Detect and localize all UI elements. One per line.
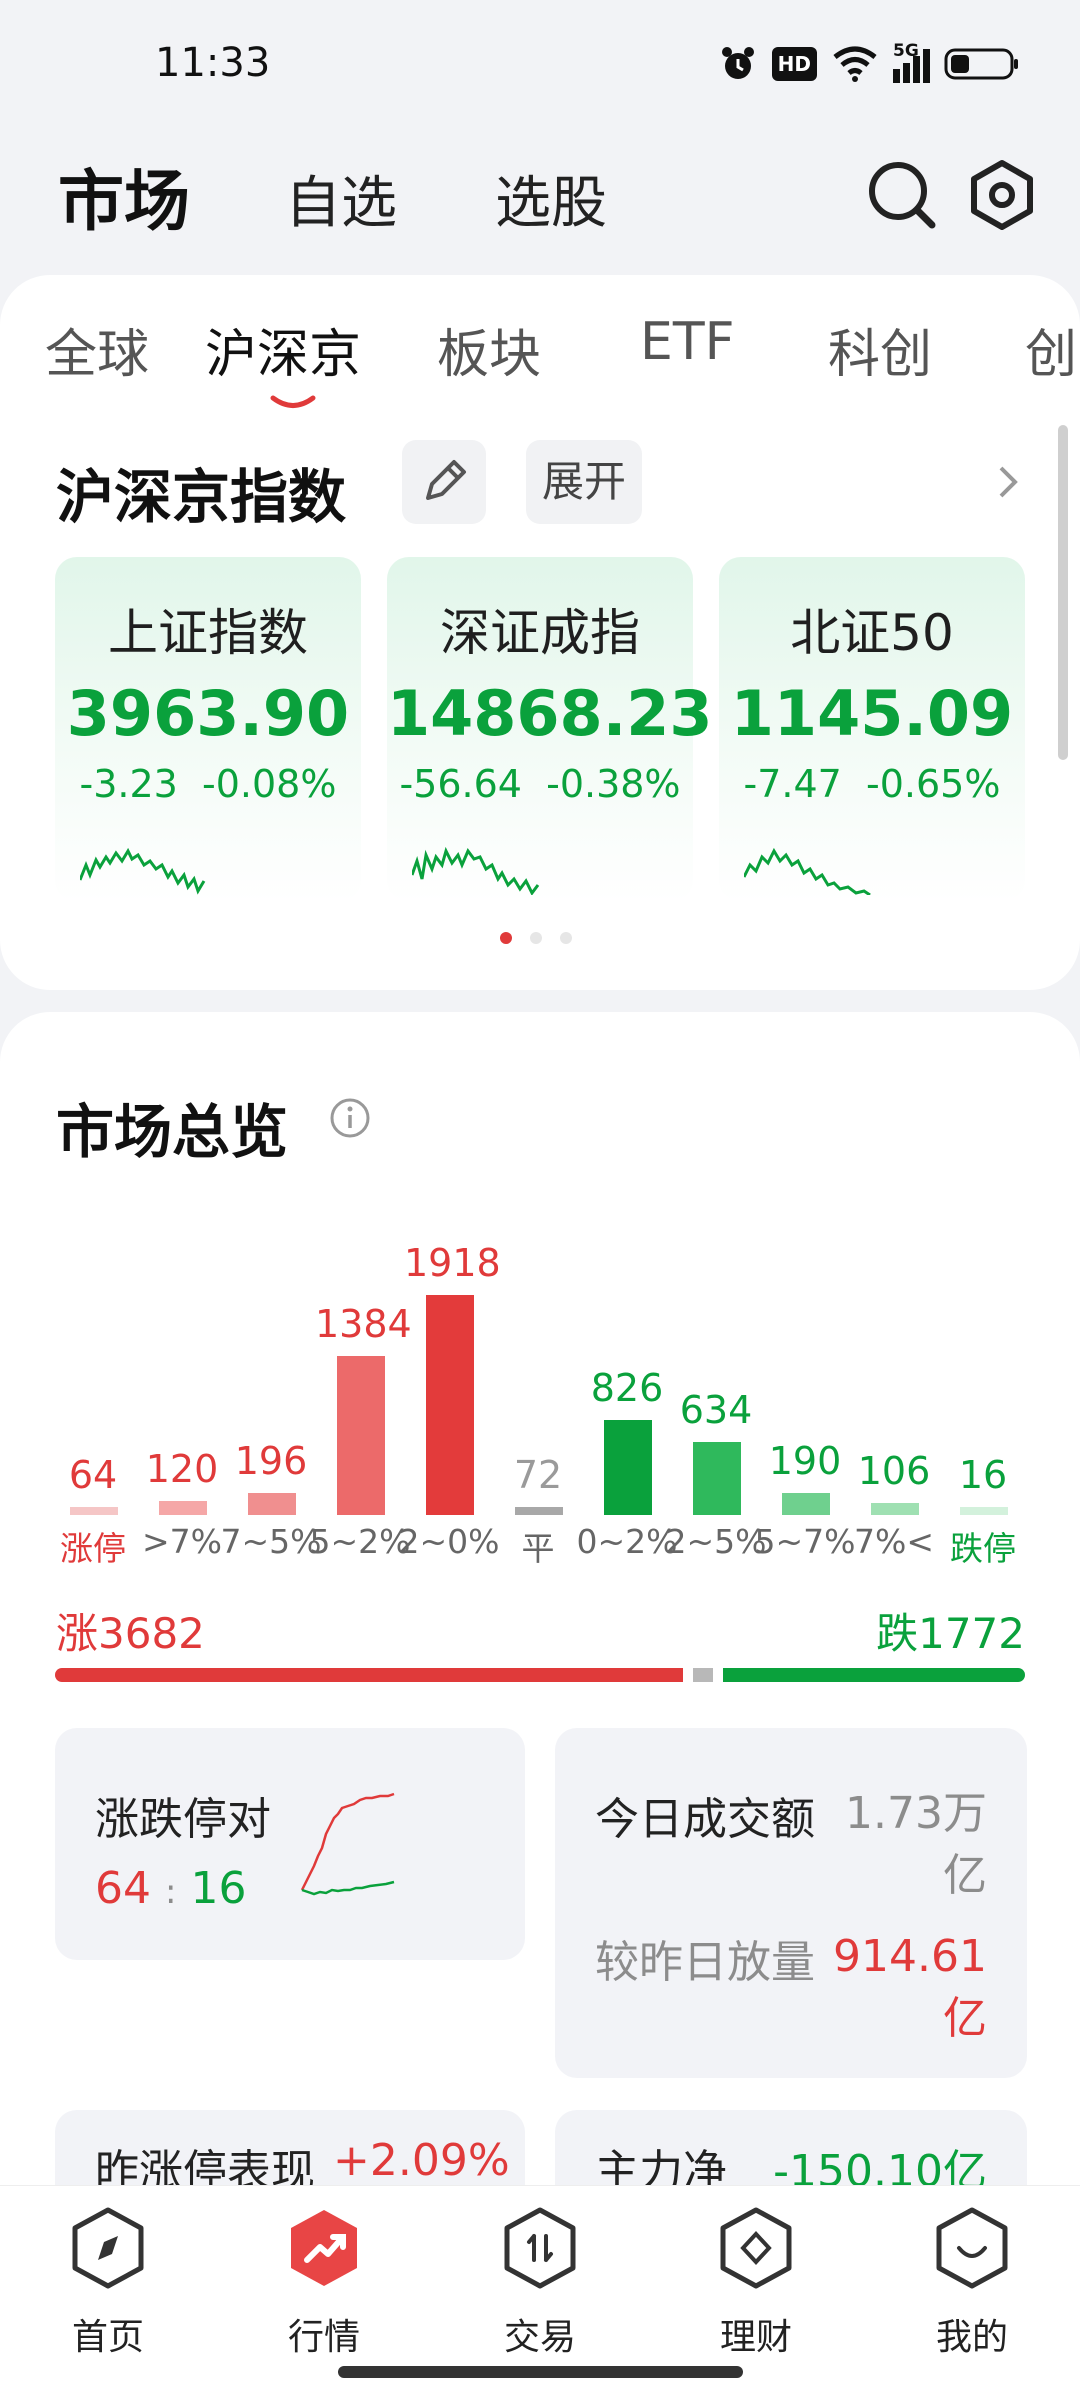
status-icons: HD 5G <box>718 41 1020 86</box>
pencil-icon <box>426 460 466 500</box>
distribution-count: 1918 <box>404 1241 501 1285</box>
flat-ratio-bar <box>693 1668 713 1682</box>
turnover-card[interactable]: 今日成交额 1.73万 亿 较昨日放量 914.61 亿 <box>555 1728 1027 2078</box>
header-title-market[interactable]: 市场 <box>58 148 190 244</box>
alarm-icon <box>721 47 754 79</box>
index-sparkline <box>744 847 871 895</box>
home-indicator[interactable] <box>338 2366 743 2378</box>
distribution-count: 634 <box>679 1388 753 1432</box>
distribution-count: 106 <box>857 1449 931 1493</box>
index-change: -7.47 -0.65% <box>743 762 1001 806</box>
tab-global[interactable]: 全球 <box>45 312 149 387</box>
index-name: 北证50 <box>790 604 954 662</box>
hd-icon: HD <box>771 47 817 81</box>
index-change: -3.23 -0.08% <box>79 762 337 806</box>
nav-label: 理财 <box>719 2317 792 2358</box>
expand-button[interactable]: 展开 <box>526 440 642 524</box>
index-name: 深证成指 <box>440 604 640 662</box>
wifi-icon <box>833 46 877 82</box>
yesterday-limit-value: +2.09% <box>333 2135 510 2186</box>
distribution-count: 120 <box>145 1447 219 1491</box>
info-icon[interactable] <box>328 1096 372 1140</box>
exchange-icon <box>504 2207 576 2289</box>
distribution-count: 1384 <box>315 1302 412 1346</box>
overview-title: 市场总览 <box>56 1098 289 1166</box>
distribution-bar <box>159 1501 207 1515</box>
distribution-bar <box>604 1420 652 1515</box>
carousel-dot[interactable] <box>560 932 572 944</box>
tab-star-market[interactable]: 科创 <box>828 312 932 387</box>
distribution-bar <box>515 1507 563 1515</box>
header-tab-watchlist[interactable]: 自选 <box>285 158 397 239</box>
index-card-beijing50[interactable]: 北证50 1145.09 -7.47 -0.65% <box>719 557 1025 902</box>
market-tabs: 全球 沪深京 板块 ETF 科创 创 <box>0 300 1080 410</box>
scrollbar[interactable] <box>1058 425 1068 760</box>
distribution-bar <box>693 1442 741 1515</box>
distribution-count: 190 <box>768 1439 842 1483</box>
distribution-count: 196 <box>234 1439 308 1483</box>
chevron-right-icon[interactable] <box>995 462 1021 502</box>
distribution-count: 64 <box>68 1453 118 1497</box>
tab-chinext[interactable]: 创 <box>1025 312 1077 387</box>
diamond-icon <box>720 2207 792 2289</box>
network-type: 5G <box>893 41 919 61</box>
distribution-count: 16 <box>958 1453 1008 1497</box>
index-change: -56.64 -0.38% <box>399 762 681 806</box>
distribution-bar <box>782 1493 830 1515</box>
index-sparkline <box>80 847 206 895</box>
up-ratio-bar <box>55 1668 683 1682</box>
indices-title: 沪深京指数 <box>56 463 347 531</box>
status-bar: 11:33 HD 5G <box>0 0 1080 120</box>
signal-icon: 5G <box>893 41 930 83</box>
distribution-bar <box>70 1507 118 1515</box>
down-ratio-bar <box>723 1668 1025 1682</box>
compare-label: 较昨日放量 <box>595 1937 815 1988</box>
down-total-label: 跌1772 <box>876 1609 1025 1658</box>
nav-label: 交易 <box>503 2317 576 2358</box>
tab-sectors[interactable]: 板块 <box>437 312 541 387</box>
index-card-shanghai[interactable]: 上证指数 3963.90 -3.23 -0.08% <box>55 557 361 902</box>
status-time: 11:33 <box>155 40 271 86</box>
search-icon[interactable] <box>862 155 942 235</box>
limit-pair-values: 64 : 16 <box>95 1863 247 1914</box>
distribution-bar <box>337 1356 385 1515</box>
nav-label: 我的 <box>935 2317 1008 2358</box>
turnover-value: 1.73万 亿 <box>845 1788 987 1901</box>
compass-icon <box>72 2207 144 2289</box>
limit-pair-title: 涨跌停对 <box>95 1794 271 1845</box>
tab-etf[interactable]: ETF <box>640 312 735 372</box>
index-value: 3963.90 <box>66 677 350 750</box>
distribution-count: 72 <box>513 1453 563 1497</box>
turnover-title: 今日成交额 <box>595 1794 815 1845</box>
index-card-shenzhen[interactable]: 深证成指 14868.23 -56.64 -0.38% <box>387 557 713 902</box>
nav-label: 行情 <box>287 2317 360 2358</box>
distribution-bar <box>960 1507 1008 1515</box>
up-total-label: 涨3682 <box>56 1609 205 1658</box>
limit-pair-card[interactable]: 涨跌停对 64 : 16 <box>55 1728 525 1960</box>
smile-icon <box>936 2207 1008 2289</box>
trend-up-icon <box>291 2210 357 2286</box>
index-value: 1145.09 <box>730 677 1014 750</box>
index-name: 上证指数 <box>108 604 308 662</box>
settings-icon[interactable] <box>962 155 1042 235</box>
active-tab-indicator <box>270 395 316 408</box>
header-tab-screener[interactable]: 选股 <box>495 158 607 239</box>
distribution-bar <box>871 1503 919 1515</box>
edit-button[interactable] <box>402 440 486 524</box>
top-nav: 市场 自选 选股 <box>0 130 1080 250</box>
compare-value: 914.61 亿 <box>833 1931 987 2044</box>
limit-trend-chart <box>300 1792 395 1896</box>
carousel-dot[interactable] <box>530 932 542 944</box>
distribution-bar <box>426 1295 474 1515</box>
distribution-bar <box>248 1493 296 1515</box>
carousel-dots <box>500 932 572 944</box>
distribution-count: 826 <box>590 1366 664 1410</box>
index-sparkline <box>412 846 540 895</box>
distribution-label: 跌停 <box>950 1529 1016 1568</box>
tab-hushenjing[interactable]: 沪深京 <box>205 312 361 387</box>
index-value: 14868.23 <box>387 677 713 750</box>
nav-label: 首页 <box>71 2317 144 2358</box>
battery-icon <box>944 48 1018 80</box>
carousel-dot[interactable] <box>500 932 512 944</box>
